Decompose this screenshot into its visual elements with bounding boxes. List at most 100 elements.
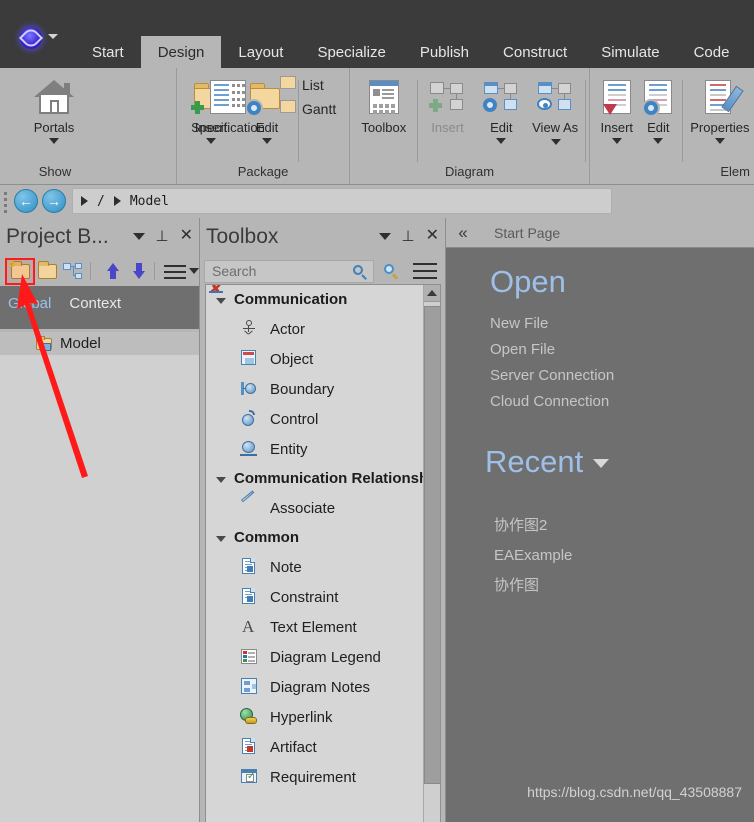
boundary-icon (239, 379, 259, 399)
breadcrumb-root[interactable]: / (97, 194, 105, 209)
toolbox-item-diagram-legend[interactable]: Diagram Legend (206, 642, 425, 672)
specification-button[interactable]: Specification (182, 74, 274, 135)
drag-grip-icon[interactable] (4, 192, 7, 213)
ribbon-tab-specialize[interactable]: Specialize (300, 36, 402, 68)
move-up-button[interactable] (99, 260, 120, 282)
ribbon-tab-construct[interactable]: Construct (486, 36, 584, 68)
scrollbar-thumb[interactable] (424, 306, 440, 784)
toolbox-item-text-element[interactable]: A Text Element (206, 612, 425, 642)
recent-item-3[interactable]: 协作图 (494, 571, 572, 601)
diagram-view-icon (536, 74, 574, 120)
browser-options-button[interactable] (163, 260, 186, 282)
chevron-down-icon[interactable] (653, 138, 664, 144)
breadcrumb-item-model[interactable]: Model (130, 194, 169, 209)
chevron-down-icon[interactable] (593, 459, 610, 468)
toolbox-item-requirement[interactable]: Requirement (206, 762, 425, 792)
toolbox-item-object[interactable]: Object (206, 344, 425, 374)
toolbox-item-artifact[interactable]: Artifact (206, 732, 425, 762)
scroll-up-arrow-icon[interactable] (424, 285, 440, 302)
ribbon-tab-design[interactable]: Design (140, 36, 222, 68)
tab-context[interactable]: Context (69, 295, 121, 312)
toolbox-section-communication-relationships[interactable]: Communication Relationsh (206, 464, 428, 493)
ribbon-tab-start[interactable]: Start (75, 36, 141, 68)
toolbox-item-control[interactable]: Control (206, 404, 425, 434)
ribbon-group-show: Portals Show (0, 68, 177, 184)
search-input[interactable]: Search (204, 259, 374, 283)
close-icon[interactable]: ✕ (180, 228, 193, 244)
recent-item-1[interactable]: 协作图2 (494, 511, 572, 541)
new-package-button[interactable] (35, 260, 57, 282)
package-list-button[interactable]: List (280, 76, 336, 94)
pin-icon[interactable]: ⊥ (402, 229, 415, 244)
chevron-down-icon[interactable] (378, 232, 391, 240)
toolbox-scrollbar[interactable] (423, 285, 440, 822)
breadcrumb-expand-icon[interactable] (81, 196, 88, 206)
link-new-file[interactable]: New File (490, 311, 614, 337)
document-tab-bar: « Start Page (446, 218, 754, 248)
link-open-file[interactable]: Open File (490, 337, 614, 363)
recent-item-2[interactable]: EAExample (494, 541, 572, 571)
new-diagram-button[interactable] (61, 260, 83, 282)
constraint-icon (239, 587, 259, 607)
toolbox-item-hyperlink[interactable]: Hyperlink (206, 702, 425, 732)
chevron-down-icon[interactable] (496, 138, 507, 144)
toolbox-section-communication[interactable]: Communication (206, 285, 425, 314)
chevron-down-icon[interactable] (262, 138, 272, 144)
element-edit-button[interactable]: Edit (638, 74, 680, 144)
toolbox-section-common[interactable]: Common (206, 523, 425, 552)
chevron-down-icon[interactable] (206, 138, 216, 144)
chevron-double-left-icon[interactable]: « (446, 223, 480, 243)
toolbox-item-associate[interactable]: Associate (206, 490, 425, 523)
ribbon-tab-strip: Start Design Layout Specialize Publish C… (75, 36, 746, 68)
tree-item-model[interactable]: Model (0, 332, 199, 355)
toolbox-item-constraint[interactable]: Constraint (206, 582, 425, 612)
breadcrumb-expand-icon[interactable] (113, 196, 121, 206)
chevron-down-icon[interactable] (132, 232, 145, 240)
element-insert-button[interactable]: Insert (596, 74, 638, 144)
tab-start-page[interactable]: Start Page (480, 225, 574, 241)
toolbox-item-diagram-notes[interactable]: Diagram Notes (206, 672, 425, 702)
document-area: « Start Page Open New File Open File Ser… (446, 218, 754, 822)
package-gantt-button[interactable]: Gantt (280, 100, 336, 118)
diagram-view-as-button[interactable]: View As (528, 74, 582, 149)
toolbox-item-label: Diagram Notes (270, 678, 371, 696)
hamburger-menu-icon[interactable] (413, 263, 437, 279)
toolbox-item-partial[interactable]: ✖ (206, 285, 425, 806)
chevron-down-icon[interactable] (714, 138, 725, 144)
chevron-down-icon[interactable] (611, 138, 622, 144)
link-cloud-connection[interactable]: Cloud Connection (490, 389, 614, 415)
link-server-connection[interactable]: Server Connection (490, 363, 614, 389)
diagram-insert-button[interactable]: Insert (421, 74, 475, 135)
toolbox-item-note[interactable]: Note (206, 552, 425, 582)
toolbox-item-entity[interactable]: Entity (206, 434, 425, 464)
new-model-package-button[interactable] (8, 260, 30, 282)
ribbon-tab-code[interactable]: Code (677, 36, 747, 68)
tab-global[interactable]: Global (8, 295, 51, 312)
tree-item-label: Model (60, 335, 101, 352)
project-browser-tree: Model (0, 332, 199, 822)
arrow-left-icon[interactable]: ← (14, 189, 38, 213)
actor-icon (239, 319, 259, 339)
close-icon[interactable]: ✕ (426, 228, 439, 244)
chevron-down-icon[interactable] (48, 34, 58, 39)
chevron-down-icon[interactable] (550, 138, 561, 145)
chevron-down-icon[interactable] (49, 138, 59, 144)
arrow-right-icon[interactable]: → (42, 189, 66, 213)
toolbox-button[interactable]: Toolbox (354, 74, 414, 135)
pin-icon[interactable]: ⊥ (156, 229, 169, 244)
toolbox-item-actor[interactable]: Actor (206, 314, 425, 344)
search-icon[interactable] (384, 263, 399, 280)
ribbon-tab-simulate[interactable]: Simulate (584, 36, 676, 68)
breadcrumb[interactable]: / Model (72, 188, 612, 214)
specification-icon (210, 74, 246, 120)
move-down-button[interactable] (125, 260, 146, 282)
ribbon-tab-layout[interactable]: Layout (221, 36, 300, 68)
diagram-edit-button[interactable]: Edit (474, 74, 528, 144)
properties-button[interactable]: Properties (686, 74, 754, 144)
enterprise-architect-logo[interactable] (20, 27, 42, 49)
search-icon[interactable] (353, 264, 368, 280)
chevron-down-icon[interactable] (189, 268, 199, 274)
ribbon-tab-publish[interactable]: Publish (403, 36, 486, 68)
toolbox-item-boundary[interactable]: Boundary (206, 374, 425, 404)
portals-button[interactable]: Portals (8, 74, 100, 144)
